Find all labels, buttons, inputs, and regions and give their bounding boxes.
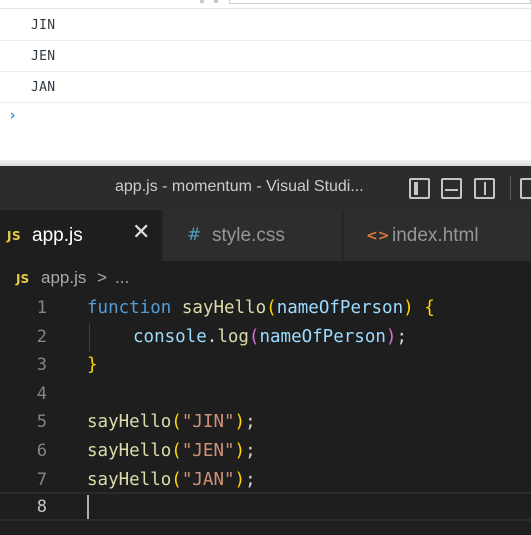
- prompt-chevron-icon: ›: [8, 106, 18, 124]
- line-number: 7: [36, 469, 47, 490]
- html-file-icon: <>: [366, 228, 390, 244]
- css-file-icon: #: [187, 225, 202, 245]
- semicolon-token: ;: [245, 441, 256, 461]
- code-text: function sayHello(nameOfPerson) {: [87, 298, 435, 318]
- paren-token: ): [403, 298, 414, 318]
- window-title: app.js - momentum - Visual Studi...: [115, 178, 364, 195]
- code-text: sayHello("JIN");: [87, 412, 256, 432]
- code-line: 2 console.log(nameOfPerson);: [0, 324, 531, 353]
- keyword-token: function: [87, 298, 172, 318]
- current-code-line: 8: [0, 492, 531, 521]
- code-line: 4: [0, 381, 531, 410]
- browser-console-panel: JIN JEN JAN ›: [0, 0, 531, 166]
- tab-index-html[interactable]: <> index.html: [344, 210, 531, 261]
- line-number: 3: [36, 355, 47, 376]
- line-number: 6: [36, 441, 47, 461]
- code-line: 1 function sayHello(nameOfPerson) {: [0, 295, 531, 324]
- argument-token: nameOfPerson: [259, 326, 386, 347]
- line-number: 8: [36, 497, 47, 517]
- code-text: sayHello("JEN");: [87, 441, 256, 461]
- code-text: }: [87, 355, 98, 375]
- toolbar-divider: [214, 0, 218, 3]
- brace-token: }: [87, 355, 98, 376]
- dot-token: .: [206, 326, 218, 347]
- tab-label: app.js: [32, 225, 83, 246]
- line-number: 1: [36, 298, 47, 318]
- vscode-window: app.js - momentum - Visual Studi... JS a…: [0, 166, 531, 535]
- function-call-token: sayHello: [87, 469, 172, 490]
- parameter-token: nameOfPerson: [276, 298, 404, 318]
- title-bar: app.js - momentum - Visual Studi...: [0, 166, 531, 210]
- paren-token: (: [171, 469, 182, 490]
- code-line: 3 }: [0, 352, 531, 381]
- toggle-secondary-sidebar-icon[interactable]: [474, 178, 495, 199]
- semicolon-token: ;: [396, 326, 407, 347]
- title-bar-divider: [510, 176, 511, 200]
- breadcrumb-symbols[interactable]: ...: [115, 268, 129, 288]
- tab-label: index.html: [392, 225, 479, 246]
- string-token: "JEN": [181, 441, 235, 461]
- code-line: 7 sayHello("JAN");: [0, 467, 531, 496]
- console-log-row: JIN: [0, 10, 531, 41]
- console-log-text: JAN: [31, 80, 56, 95]
- toolbar-divider: [200, 0, 204, 3]
- code-text: sayHello("JAN");: [87, 470, 256, 490]
- breadcrumb-file[interactable]: app.js: [41, 268, 86, 288]
- code-text: console.log(nameOfPerson);: [133, 327, 407, 347]
- console-log-row: JAN: [0, 72, 531, 103]
- tab-app-js[interactable]: JS app.js ✕: [0, 210, 162, 261]
- brace-token: {: [424, 298, 435, 318]
- paren-token: (: [171, 441, 182, 461]
- function-call-token: sayHello: [87, 441, 172, 461]
- paren-token: ): [234, 441, 246, 461]
- function-name-token: sayHello: [181, 298, 267, 318]
- toggle-primary-sidebar-icon[interactable]: [409, 178, 430, 199]
- code-line: 5 sayHello("JIN");: [0, 409, 531, 438]
- tab-style-css[interactable]: # style.css: [163, 210, 343, 261]
- function-call-token: sayHello: [87, 412, 172, 433]
- toggle-panel-icon[interactable]: [441, 178, 462, 199]
- console-filter-input[interactable]: [229, 0, 531, 4]
- object-token: console: [133, 326, 207, 347]
- line-number: 2: [36, 326, 47, 347]
- console-filter-bar: [0, 0, 531, 9]
- string-token: "JAN": [181, 469, 235, 490]
- paren-token: (: [266, 298, 277, 318]
- string-token: "JIN": [181, 412, 235, 433]
- method-token: log: [217, 326, 249, 347]
- line-number: 4: [36, 383, 47, 404]
- close-tab-icon[interactable]: ✕: [132, 220, 150, 245]
- paren-token: ): [385, 326, 397, 347]
- paren-token: ): [234, 469, 246, 490]
- console-input-prompt[interactable]: ›: [0, 102, 531, 130]
- code-editor[interactable]: 1 function sayHello(nameOfPerson) { 2 co…: [0, 295, 531, 535]
- paren-token: (: [171, 412, 182, 433]
- console-log-text: JIN: [31, 18, 56, 33]
- console-log-row: JEN: [0, 41, 531, 72]
- console-log-text: JEN: [31, 49, 56, 64]
- tab-label: style.css: [212, 225, 285, 246]
- editor-tab-bar: JS app.js ✕ # style.css <> index.html: [0, 210, 531, 261]
- chevron-right-icon: >: [97, 268, 107, 287]
- paren-token: ): [234, 412, 246, 433]
- semicolon-token: ;: [245, 469, 256, 490]
- javascript-file-icon: JS: [7, 229, 22, 243]
- code-line: 6 sayHello("JEN");: [0, 438, 531, 467]
- paren-token: (: [248, 326, 260, 347]
- breadcrumb: JS app.js > ...: [0, 261, 531, 295]
- semicolon-token: ;: [245, 412, 256, 433]
- text-cursor: [87, 495, 89, 519]
- javascript-file-icon: JS: [16, 272, 30, 286]
- customize-layout-icon[interactable]: [520, 178, 531, 199]
- line-number: 5: [36, 412, 47, 433]
